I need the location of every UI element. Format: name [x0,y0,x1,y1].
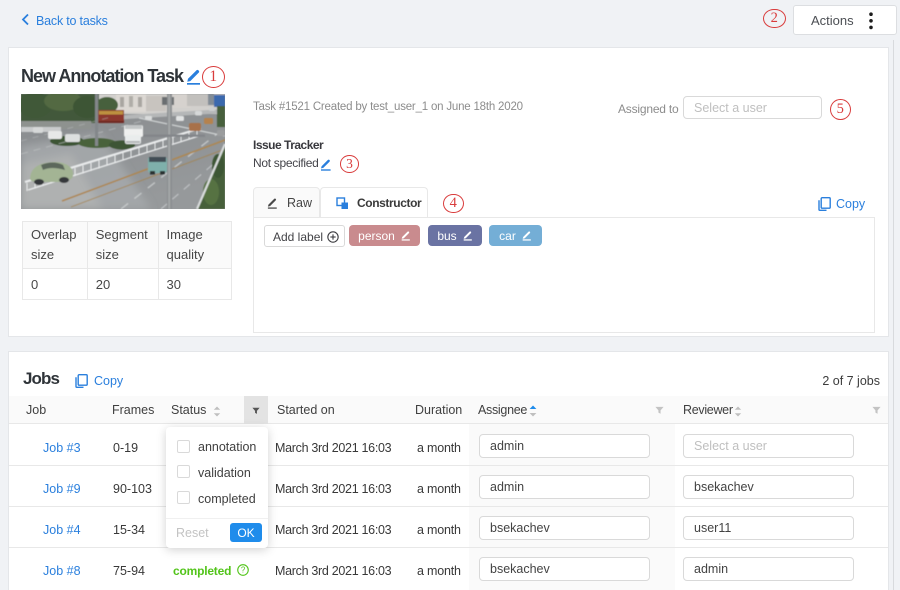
svg-text:?: ? [241,566,246,575]
